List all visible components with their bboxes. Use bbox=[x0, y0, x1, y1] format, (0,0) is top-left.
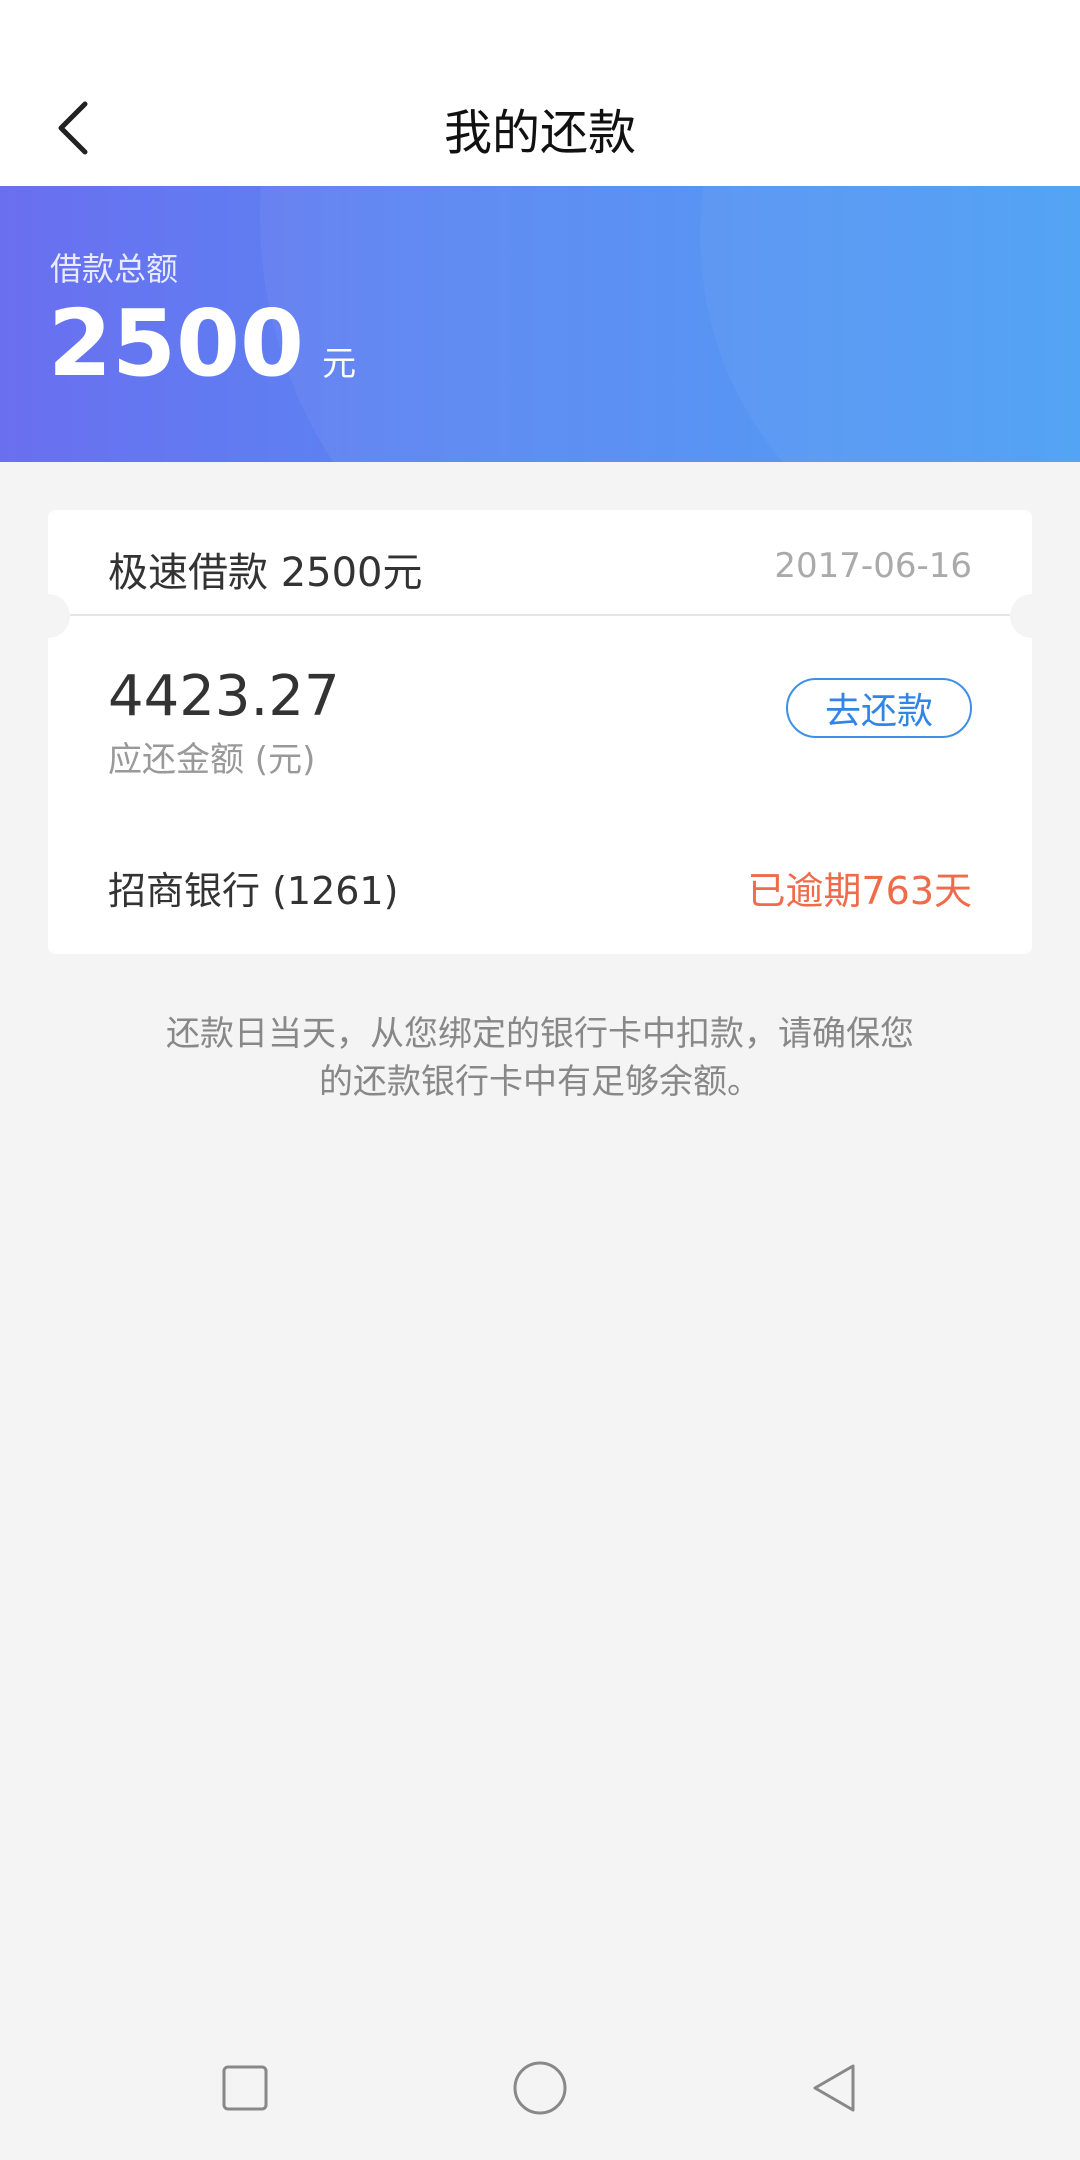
banner-decoration bbox=[700, 186, 1080, 462]
header: 我的还款 bbox=[0, 70, 1080, 186]
status-bar bbox=[0, 0, 1080, 70]
loan-name: 极速借款 2500元 bbox=[108, 550, 423, 596]
notice-line: 的还款银行卡中有足够余额。 bbox=[319, 1062, 761, 1102]
system-nav-bar bbox=[0, 2016, 1080, 2160]
loan-total-row: 2500 元 bbox=[48, 298, 356, 390]
loan-total-label: 借款总额 bbox=[50, 250, 179, 288]
back-button[interactable] bbox=[38, 88, 108, 168]
loan-total-unit: 元 bbox=[322, 344, 357, 384]
loan-card: 极速借款 2500元 2017-06-16 4423.27 应还金额 (元) 去… bbox=[26, 510, 1054, 954]
triangle-back-icon bbox=[813, 2064, 855, 2112]
loan-card-header: 极速借款 2500元 2017-06-16 bbox=[48, 510, 1032, 614]
circle-home-icon bbox=[513, 2061, 567, 2115]
loan-total-amount: 2500 bbox=[48, 290, 305, 397]
loan-total-banner: 借款总额 2500 元 bbox=[0, 186, 1080, 462]
card-divider bbox=[70, 614, 1010, 616]
recents-button[interactable] bbox=[195, 2038, 295, 2138]
home-button[interactable] bbox=[490, 2038, 590, 2138]
page-title: 我的还款 bbox=[443, 105, 636, 161]
due-amount-label: 应还金额 (元) bbox=[108, 740, 316, 780]
repay-button[interactable]: 去还款 bbox=[786, 678, 972, 738]
bank-account: 招商银行 (1261) bbox=[108, 869, 399, 913]
overdue-status: 已逾期763天 bbox=[747, 869, 972, 913]
square-recents-icon bbox=[222, 2065, 268, 2111]
chevron-left-icon bbox=[58, 101, 88, 155]
loan-date: 2017-06-16 bbox=[774, 546, 972, 586]
due-amount: 4423.27 bbox=[108, 664, 340, 729]
notice-line: 还款日当天，从您绑定的银行卡中扣款，请确保您 bbox=[166, 1014, 914, 1054]
repayment-notice: 还款日当天，从您绑定的银行卡中扣款，请确保您 的还款银行卡中有足够余额。 bbox=[130, 1010, 950, 1106]
system-back-button[interactable] bbox=[785, 2038, 885, 2138]
